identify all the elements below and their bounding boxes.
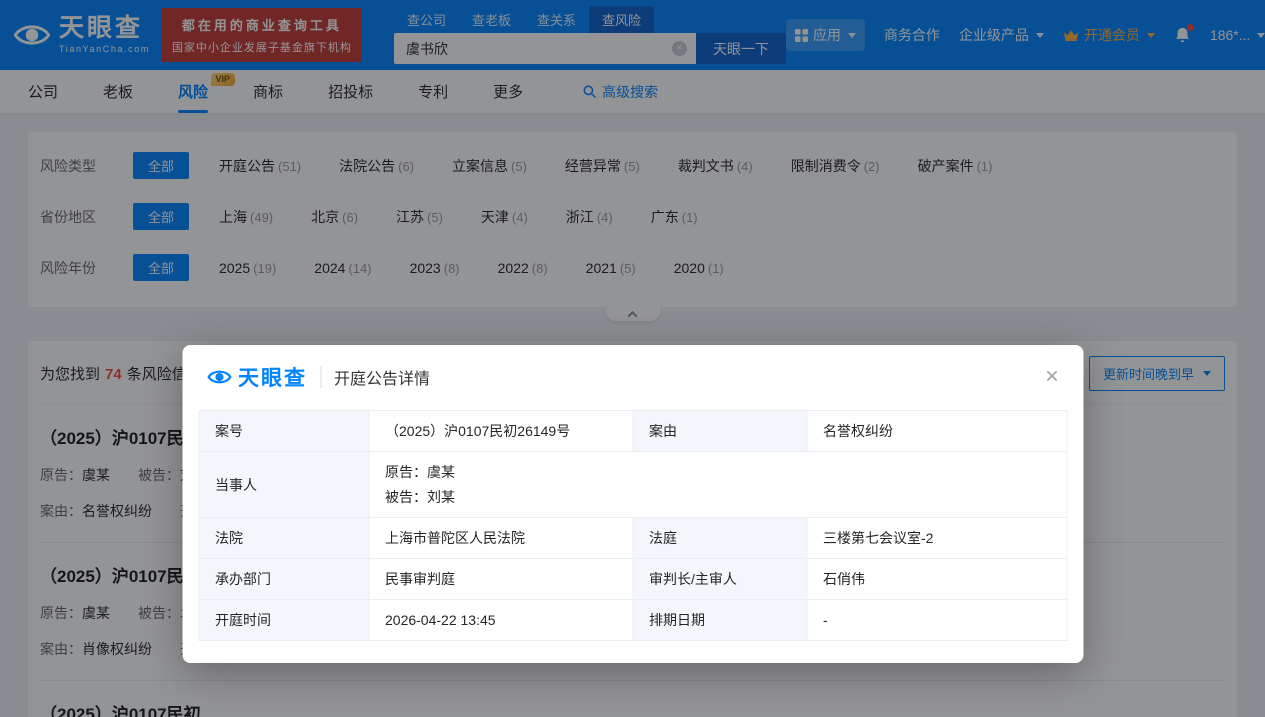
party-defendant: 被告：刘某 (385, 487, 1050, 507)
judge-label: 审判长/主审人 (633, 559, 807, 600)
court-value: 上海市普陀区人民法院 (369, 518, 633, 559)
department-label: 承办部门 (199, 559, 369, 600)
table-row: 当事人 原告：虞某 被告：刘某 (199, 452, 1067, 518)
courtroom-value: 三楼第七会议室-2 (807, 518, 1067, 559)
hearing-detail-table: 案号 （2025）沪0107民初26149号 案由 名誉权纠纷 当事人 原告：虞… (198, 410, 1067, 641)
tianyancha-logo-icon (206, 364, 232, 390)
vertical-divider (320, 366, 321, 388)
schedule-date-label: 排期日期 (633, 600, 807, 641)
courtroom-label: 法庭 (633, 518, 807, 559)
hearing-time-label: 开庭时间 (199, 600, 369, 641)
party-value: 原告：虞某 被告：刘某 (369, 452, 1067, 518)
cause-value: 名誉权纠纷 (807, 411, 1067, 452)
modal-header: 天眼查 开庭公告详情 × (182, 345, 1083, 404)
table-row: 承办部门 民事审判庭 审判长/主审人 石俏伟 (199, 559, 1067, 600)
close-icon[interactable]: × (1045, 365, 1059, 389)
table-row: 法院 上海市普陀区人民法院 法庭 三楼第七会议室-2 (199, 518, 1067, 559)
court-label: 法院 (199, 518, 369, 559)
table-row: 案号 （2025）沪0107民初26149号 案由 名誉权纠纷 (199, 411, 1067, 452)
table-row: 开庭时间 2026-04-22 13:45 排期日期 - (199, 600, 1067, 641)
hearing-detail-modal: 天眼查 开庭公告详情 × 案号 （2025）沪0107民初26149号 案由 名… (182, 345, 1083, 663)
modal-title: 开庭公告详情 (334, 365, 430, 389)
party-label: 当事人 (199, 452, 369, 518)
party-plaintiff: 原告：虞某 (385, 462, 1050, 482)
judge-value: 石俏伟 (807, 559, 1067, 600)
schedule-date-value: - (807, 600, 1067, 641)
modal-body: 案号 （2025）沪0107民初26149号 案由 名誉权纠纷 当事人 原告：虞… (182, 404, 1083, 663)
cause-label: 案由 (633, 411, 807, 452)
case-no-value: （2025）沪0107民初26149号 (369, 411, 633, 452)
department-value: 民事审判庭 (369, 559, 633, 600)
case-no-label: 案号 (199, 411, 369, 452)
hearing-time-value: 2026-04-22 13:45 (369, 600, 633, 641)
modal-brand: 天眼查 (206, 362, 307, 392)
modal-brand-name: 天眼查 (238, 362, 307, 392)
